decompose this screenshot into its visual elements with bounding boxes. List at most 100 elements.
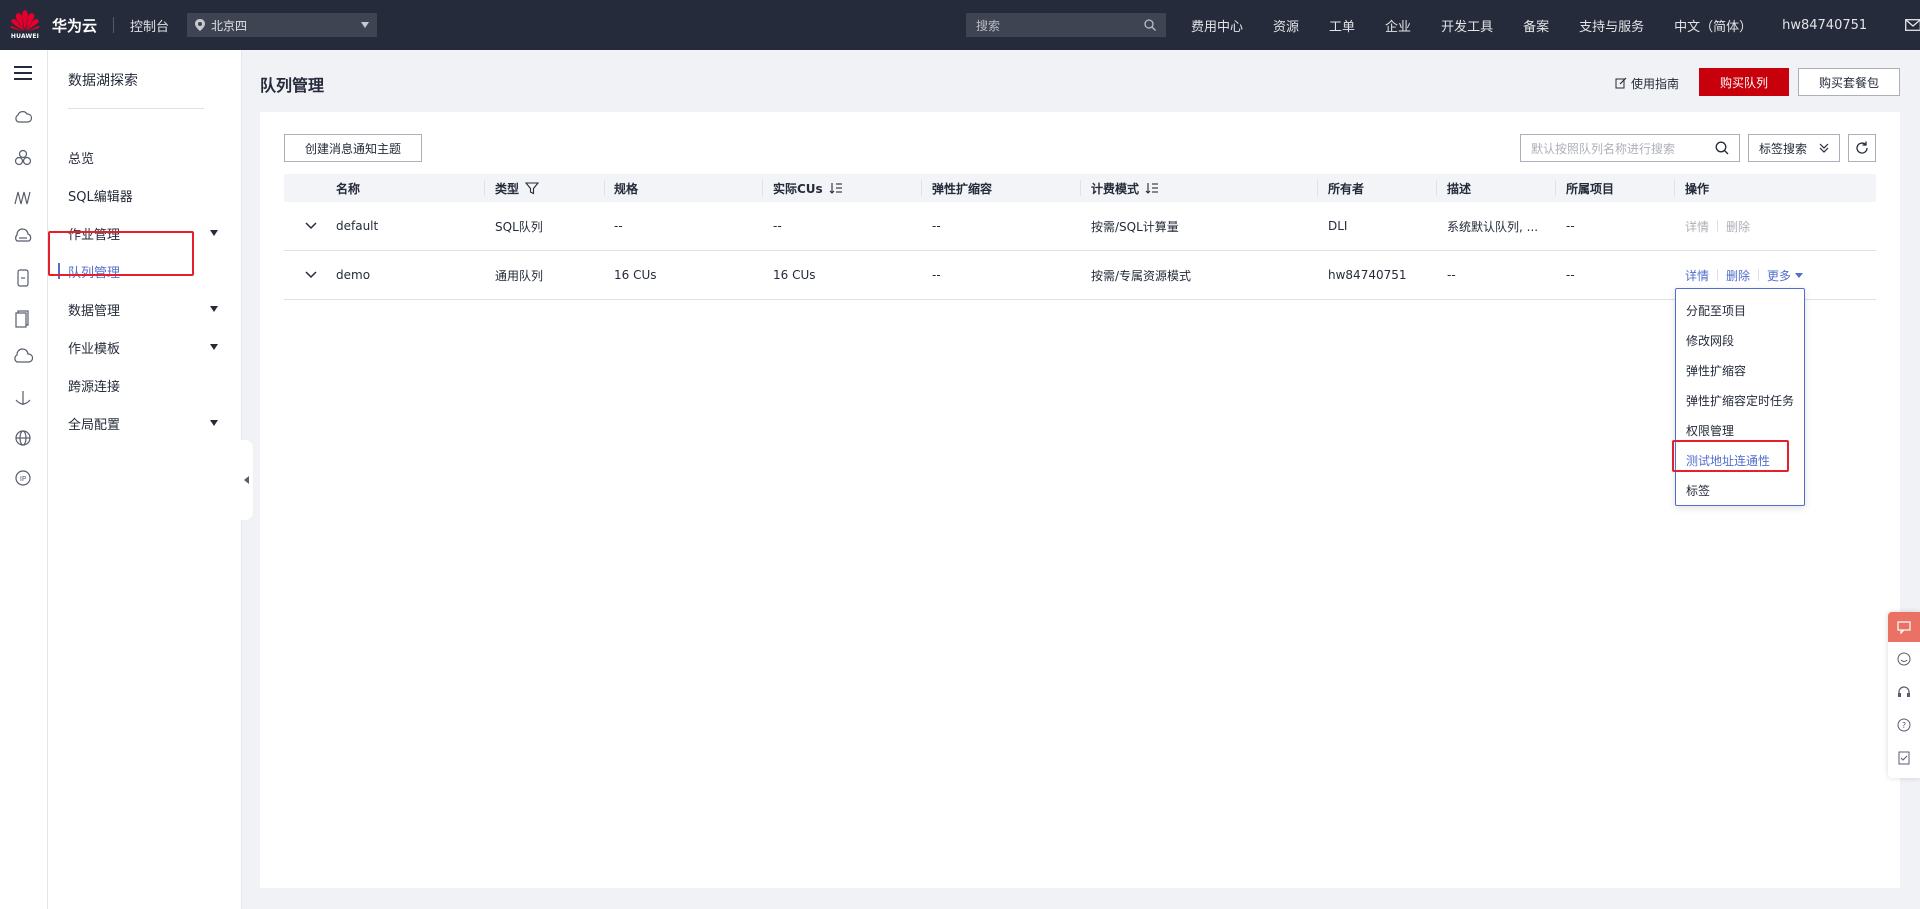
floating-toolbar: ? xyxy=(1888,612,1920,778)
sidebar-item-data-management[interactable]: 数据管理 xyxy=(68,290,228,328)
nav-dev-tools[interactable]: 开发工具 xyxy=(1441,16,1493,35)
row-operations: 详情 删除 xyxy=(1685,202,1750,250)
refresh-icon xyxy=(1856,141,1868,154)
cloud-service-icon[interactable] xyxy=(13,108,33,128)
menu-item-assign-project[interactable]: 分配至项目 xyxy=(1676,295,1804,325)
mail-icon[interactable] xyxy=(1905,19,1920,31)
highlight-box xyxy=(1672,440,1789,472)
region-selector[interactable]: 北京四 xyxy=(187,13,378,37)
document-icon[interactable] xyxy=(13,308,33,328)
location-pin-icon xyxy=(195,19,206,31)
help-button[interactable]: ? xyxy=(1888,708,1920,741)
nav-icp[interactable]: 备案 xyxy=(1523,16,1549,35)
nav-enterprise[interactable]: 企业 xyxy=(1385,16,1411,35)
col-header-project: 所属项目 xyxy=(1566,181,1615,196)
buy-package-button[interactable]: 购买套餐包 xyxy=(1798,68,1900,96)
expand-row-button[interactable] xyxy=(304,202,318,250)
highlight-box xyxy=(48,231,194,276)
search-icon[interactable] xyxy=(1144,19,1156,31)
details-link[interactable]: 详情 xyxy=(1685,267,1709,284)
divider xyxy=(113,17,115,33)
expand-row-button[interactable] xyxy=(304,251,318,299)
expand-arrow-icon xyxy=(210,306,218,312)
menu-item-tags[interactable]: 标签 xyxy=(1676,475,1804,505)
smile-button[interactable] xyxy=(1888,642,1920,675)
queue-owner: DLI xyxy=(1328,219,1348,233)
buy-queue-button[interactable]: 购买队列 xyxy=(1699,68,1789,96)
user-guide-link[interactable]: 使用指南 xyxy=(1615,70,1679,96)
tag-search-button[interactable]: 标签搜索 xyxy=(1748,134,1840,162)
menu-icon[interactable] xyxy=(14,66,32,80)
storage-icon[interactable] xyxy=(13,228,33,248)
nav-language[interactable]: 中文（简体） xyxy=(1674,16,1752,35)
database-icon[interactable] xyxy=(13,268,33,288)
feedback-button[interactable] xyxy=(1888,612,1920,642)
chevron-down-icon xyxy=(361,22,370,28)
create-topic-button[interactable]: 创建消息通知主题 xyxy=(284,134,422,162)
queue-table: 名称 类型 规格 实际CUs 弹性扩缩容 计费模式 所有者 描述 所属项目 操作… xyxy=(284,174,1876,300)
caret-down-icon xyxy=(1795,272,1804,278)
more-label: 更多 xyxy=(1767,268,1792,283)
global-search-input[interactable]: 搜索 xyxy=(966,13,1166,37)
sidebar-collapse-handle[interactable] xyxy=(240,440,253,520)
divider xyxy=(1717,269,1719,281)
queue-search-input[interactable]: 默认按照队列名称进行搜索 xyxy=(1520,134,1740,162)
more-dropdown-button[interactable]: 更多 xyxy=(1767,267,1791,284)
tag-search-label: 标签搜索 xyxy=(1759,141,1808,156)
console-link[interactable]: 控制台 xyxy=(130,16,169,35)
page-title: 队列管理 xyxy=(260,76,325,95)
filter-icon[interactable] xyxy=(525,181,540,195)
checklist-button[interactable] xyxy=(1888,741,1920,774)
menu-item-elastic-scaling[interactable]: 弹性扩缩容 xyxy=(1676,355,1804,385)
brand-name[interactable]: 华为云 xyxy=(52,15,97,36)
search-placeholder: 搜索 xyxy=(976,18,1001,33)
table-row: default SQL队列 -- -- -- 按需/SQL计算量 DLI 系统默… xyxy=(284,202,1876,251)
sidebar-item-cross-source[interactable]: 跨源连接 xyxy=(68,366,228,404)
nav-resources[interactable]: 资源 xyxy=(1273,16,1299,35)
queue-description: 系统默认队列, ... xyxy=(1447,219,1539,234)
nav-tickets[interactable]: 工单 xyxy=(1329,16,1355,35)
queue-billing: 按需/专属资源模式 xyxy=(1091,268,1192,283)
queue-type: SQL队列 xyxy=(495,219,543,234)
sidebar-item-global-config[interactable]: 全局配置 xyxy=(68,404,228,442)
analytics-icon[interactable] xyxy=(13,188,33,208)
user-account[interactable]: hw84740751 xyxy=(1782,18,1867,33)
refresh-button[interactable] xyxy=(1848,134,1876,162)
menu-item-scheduled-scaling[interactable]: 弹性扩缩容定时任务 xyxy=(1676,385,1804,415)
sort-icon[interactable] xyxy=(1145,181,1159,195)
queue-name: default xyxy=(336,219,379,233)
menu-item-modify-cidr[interactable]: 修改网段 xyxy=(1676,325,1804,355)
huawei-logo[interactable]: HUAWEI xyxy=(0,0,50,50)
search-icon[interactable] xyxy=(1715,141,1729,155)
cluster-icon[interactable] xyxy=(13,148,33,168)
logo-text: HUAWEI xyxy=(10,33,40,40)
queue-panel: 创建消息通知主题 默认按照队列名称进行搜索 标签搜索 名称 类型 规格 实际CU… xyxy=(260,112,1900,888)
cloud-link-icon[interactable] xyxy=(13,348,34,368)
globe-icon[interactable] xyxy=(13,428,33,448)
nav-support[interactable]: 支持与服务 xyxy=(1579,16,1644,35)
col-header-type: 类型 xyxy=(495,174,540,202)
double-chevron-down-icon xyxy=(1819,143,1829,153)
sidebar-item-overview[interactable]: 总览 xyxy=(68,138,228,176)
top-bar: HUAWEI 华为云 控制台 北京四 搜索 费用中心 资源 工单 企业 开发工具… xyxy=(0,0,1920,50)
sidebar-item-label: SQL编辑器 xyxy=(68,189,133,205)
nav-billing[interactable]: 费用中心 xyxy=(1191,16,1243,35)
delete-link-disabled: 删除 xyxy=(1726,219,1751,234)
queue-elastic: -- xyxy=(932,219,941,233)
more-actions-menu: 分配至项目 修改网段 弹性扩缩容 弹性扩缩容定时任务 权限管理 测试地址连通性 … xyxy=(1675,288,1805,506)
sort-icon[interactable] xyxy=(829,181,843,195)
queue-elastic: -- xyxy=(932,268,941,282)
ip-icon[interactable]: IP xyxy=(13,468,33,488)
queue-type: 通用队列 xyxy=(495,268,544,283)
sidebar-item-job-templates[interactable]: 作业模板 xyxy=(68,328,228,366)
anchor-icon[interactable] xyxy=(13,388,33,408)
sidebar-item-sql-editor[interactable]: SQL编辑器 xyxy=(68,176,228,214)
support-button[interactable] xyxy=(1888,675,1920,708)
queue-spec: -- xyxy=(614,219,623,233)
queue-description: -- xyxy=(1447,268,1456,282)
edit-guide-icon xyxy=(1615,77,1627,89)
checklist-icon xyxy=(1898,751,1910,764)
huawei-petal-icon xyxy=(10,10,40,32)
delete-link[interactable]: 删除 xyxy=(1726,267,1750,284)
chevron-down-icon xyxy=(305,222,317,230)
